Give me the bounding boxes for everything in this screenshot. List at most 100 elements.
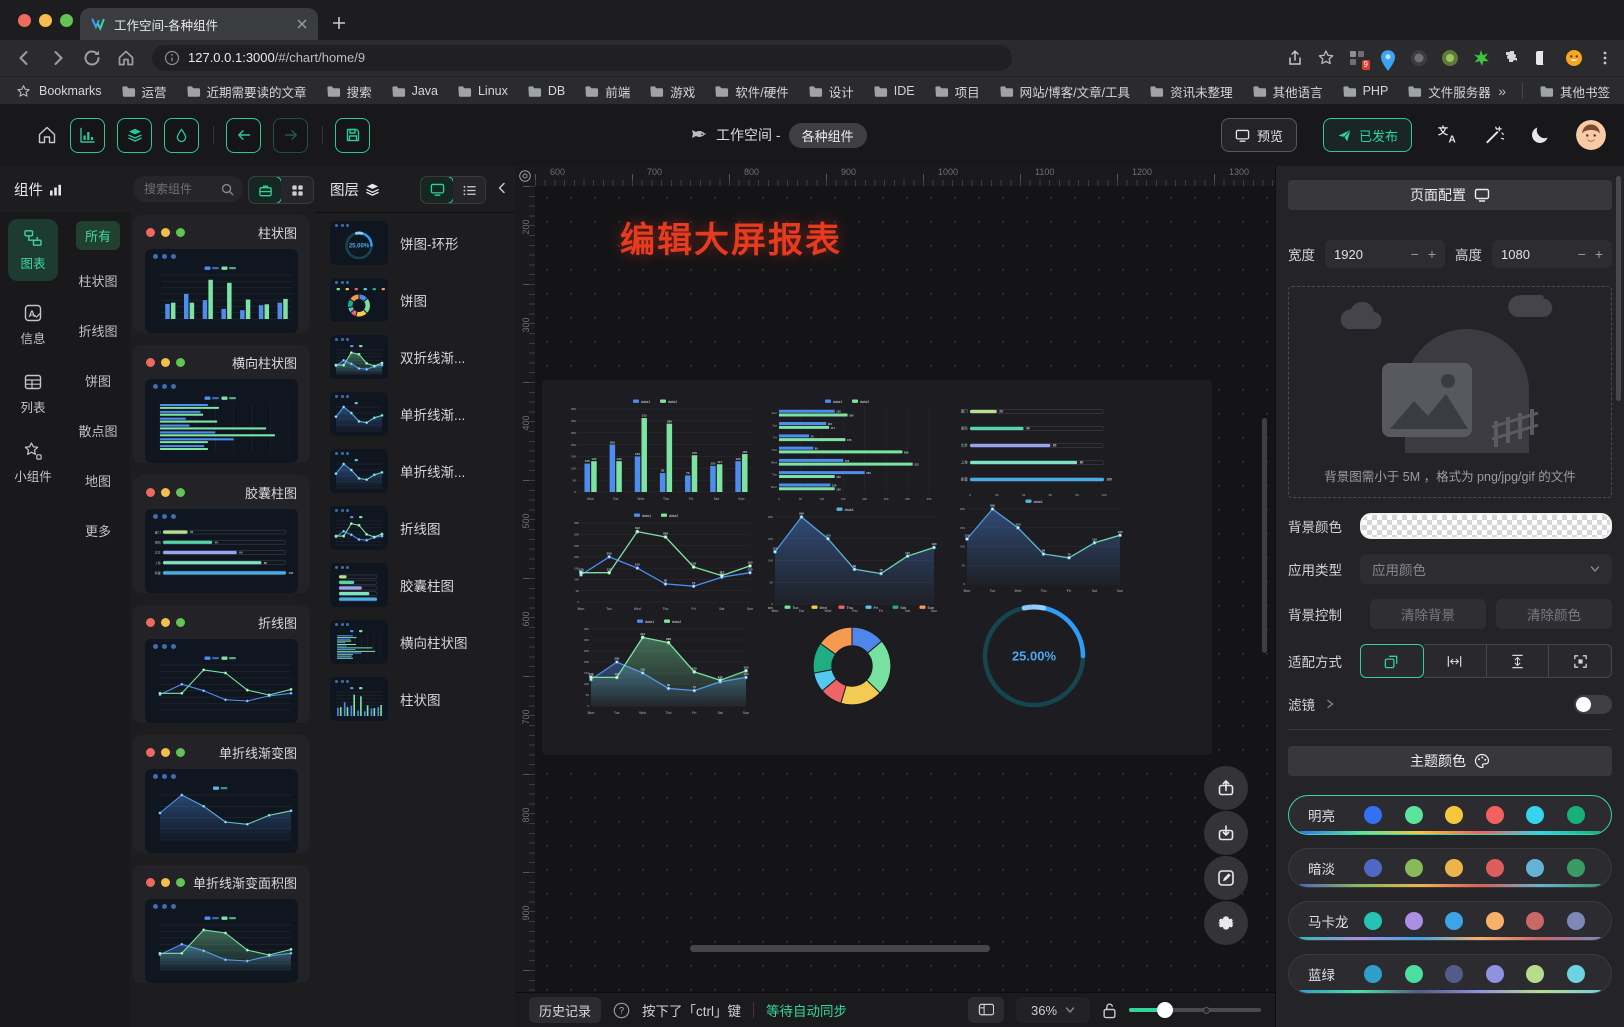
reload-button[interactable] <box>82 48 102 68</box>
theme-color-header[interactable]: 主题颜色 <box>1288 746 1612 776</box>
canvas-chart-ring-progress[interactable]: 25.00% <box>978 600 1090 712</box>
plus-icon[interactable]: + <box>1428 246 1436 262</box>
dashboard-board[interactable]: 0501001502002503003501202001508070110130… <box>542 380 1212 755</box>
chart-mode-button[interactable] <box>70 118 105 153</box>
lock-icon[interactable] <box>1102 1002 1117 1019</box>
layer-item-1[interactable]: 饼图 <box>330 278 503 322</box>
height-stepper[interactable]: 1080 −+ <box>1492 240 1612 268</box>
zoom-select[interactable]: 36% <box>1016 997 1090 1023</box>
canvas-chart-area[interactable]: 0501001502002503003501202001508070110130… <box>576 614 752 716</box>
layer-item-6[interactable]: 胶囊柱图 <box>330 563 503 607</box>
plus-icon[interactable]: + <box>1595 246 1603 262</box>
site-info-icon[interactable] <box>164 50 180 66</box>
bookmark-folder[interactable]: 游戏 <box>649 82 695 101</box>
component-card-4[interactable]: 单折线渐变图 <box>133 735 310 853</box>
canvas-title-text[interactable]: 编辑大屏报表 <box>620 212 842 263</box>
bookmark-folder[interactable]: 运营 <box>121 82 167 101</box>
bookmark-folder[interactable]: 设计 <box>808 82 854 101</box>
bookmark-folder[interactable]: 项目 <box>934 82 980 101</box>
bookmark-folder[interactable]: 其他语言 <box>1252 82 1323 101</box>
edit-button[interactable] <box>1204 856 1248 900</box>
share-icon[interactable] <box>1286 49 1304 67</box>
thumbnail-view-button[interactable] <box>420 176 454 204</box>
canvas-chart-line[interactable]: 0501001502002503003501202001508070110130… <box>566 508 756 612</box>
minus-icon[interactable]: − <box>1411 246 1419 262</box>
export-button[interactable] <box>1204 811 1248 855</box>
canvas-chart-bar[interactable]: 0501001502002503003501202001508070110130… <box>562 394 758 502</box>
sidebar-item-2[interactable]: 列表 <box>20 372 45 416</box>
category-item-5[interactable]: 地图 <box>76 466 120 495</box>
clear-background-button[interactable]: 清除背景 <box>1370 599 1486 629</box>
help-icon[interactable]: ? <box>613 1002 630 1019</box>
undo-button[interactable] <box>226 118 261 153</box>
canvas-chart-line-gradient[interactable]: 0501001502001202001508070110130MonTueWed… <box>760 502 940 614</box>
bookmark-folder[interactable]: 前端 <box>584 82 630 101</box>
save-button[interactable] <box>335 118 370 153</box>
app-type-select[interactable]: 应用颜色 <box>1360 554 1612 584</box>
bookmark-folder[interactable]: Linux <box>457 84 508 98</box>
preview-button[interactable]: 预览 <box>1221 118 1297 152</box>
workspace-name-badge[interactable]: 各种组件 <box>789 123 867 148</box>
canvas-grid[interactable]: 编辑大屏报表 050100150200250300350120200150807… <box>535 186 1275 992</box>
dark-mode-icon[interactable] <box>1530 125 1550 145</box>
editor-canvas[interactable]: 6007008009001000110012001300 20030040050… <box>515 166 1275 992</box>
bookmarks-label[interactable]: Bookmarks <box>39 84 102 98</box>
bookmark-folder[interactable]: 资讯未整理 <box>1149 82 1233 101</box>
redo-button[interactable] <box>273 118 308 153</box>
bookmark-folder[interactable]: DB <box>527 84 565 98</box>
extensions-puzzle-icon[interactable] <box>1503 49 1521 67</box>
canvas-horizontal-scrollbar[interactable] <box>690 945 990 952</box>
component-card-3[interactable]: 折线图 <box>133 605 310 723</box>
bookmarks-star-icon[interactable] <box>16 84 31 99</box>
profile-avatar-icon[interactable] <box>1565 49 1583 67</box>
bookmark-folder[interactable]: 网站/博客/文章/工具 <box>999 82 1130 101</box>
tab-close-icon[interactable] <box>296 18 308 30</box>
extension-pin-icon[interactable] <box>1379 49 1397 67</box>
bookmark-folder[interactable]: Java <box>391 84 438 98</box>
back-button[interactable] <box>14 48 34 68</box>
canvas-chart-capsule[interactable]: 厦门20南阳40北京60上海80新疆100020406080100 <box>954 396 1118 498</box>
layer-item-5[interactable]: 折线图 <box>330 506 503 550</box>
app-home-button[interactable] <box>36 124 58 146</box>
theme-row-3[interactable]: 蓝绿 <box>1288 954 1612 994</box>
layer-item-7[interactable]: 横向柱状图 <box>330 620 503 664</box>
extension-star-icon[interactable] <box>1472 49 1490 67</box>
filter-mode-button[interactable] <box>164 118 199 153</box>
sidebar-item-3[interactable]: 小组件 <box>14 441 52 485</box>
new-tab-button[interactable] <box>332 16 346 30</box>
extension-green-icon[interactable] <box>1441 49 1459 67</box>
browser-tab[interactable]: 工作空间-各种组件 <box>80 8 318 40</box>
bookmark-folder[interactable]: 近期需要读的文章 <box>186 82 307 101</box>
extension-grid-icon[interactable]: 9 <box>1348 49 1366 67</box>
panel-layout-button[interactable] <box>968 997 1004 1023</box>
layer-item-0[interactable]: 25.00%饼图-环形 <box>330 221 503 265</box>
fit-scale-button[interactable] <box>1360 644 1424 678</box>
forward-button[interactable] <box>48 48 68 68</box>
slider-thumb[interactable] <box>1157 1002 1173 1018</box>
search-input[interactable] <box>142 181 217 197</box>
layers-mode-button[interactable] <box>117 118 152 153</box>
user-avatar[interactable] <box>1576 120 1606 150</box>
settings-button[interactable] <box>1204 901 1248 945</box>
category-item-3[interactable]: 饼图 <box>76 366 120 395</box>
panel-scrollbar[interactable] <box>1616 176 1621 401</box>
category-item-2[interactable]: 折线图 <box>69 316 126 345</box>
fit-width-button[interactable] <box>1424 644 1487 678</box>
theme-row-0[interactable]: 明亮 <box>1288 795 1612 835</box>
component-search[interactable] <box>133 176 243 202</box>
page-config-header[interactable]: 页面配置 <box>1288 180 1612 210</box>
component-card-5[interactable]: 单折线渐变面积图 <box>133 865 310 983</box>
canvas-chart-pie[interactable]: MonTueWedThuFriSatSun <box>768 600 936 720</box>
minus-icon[interactable]: − <box>1578 246 1586 262</box>
import-button[interactable] <box>1204 766 1248 810</box>
category-item-6[interactable]: 更多 <box>76 516 120 545</box>
sidebar-item-1[interactable]: A信息 <box>20 303 45 347</box>
sidebar-item-0[interactable]: 图表 <box>8 219 58 281</box>
category-item-4[interactable]: 散点图 <box>69 416 126 445</box>
browser-menu-icon[interactable] <box>1596 49 1614 67</box>
filter-toggle[interactable] <box>1574 695 1612 714</box>
layer-item-2[interactable]: 双折线渐... <box>330 335 503 379</box>
extension-dark-icon[interactable] <box>1410 49 1428 67</box>
single-view-button[interactable] <box>248 176 282 204</box>
collapse-panel-icon[interactable] <box>495 181 509 195</box>
